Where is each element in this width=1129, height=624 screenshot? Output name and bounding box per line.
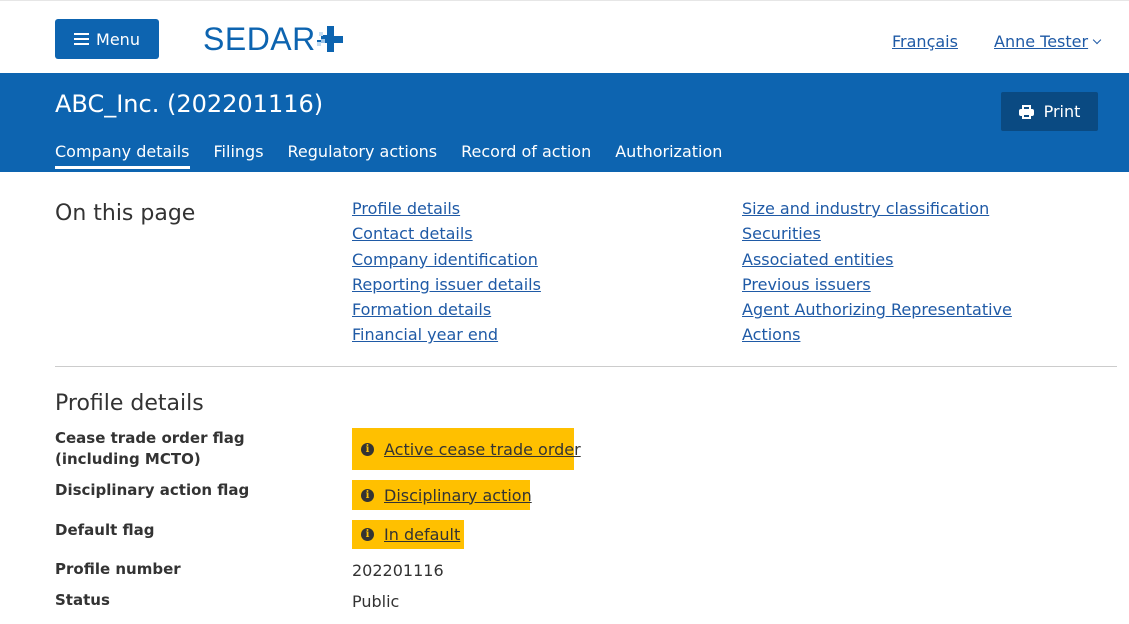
company-tabs: Company details Filings Regulatory actio… (55, 142, 746, 172)
status-label: Status (55, 591, 110, 609)
printer-icon (1018, 104, 1034, 119)
user-name: Anne Tester (994, 32, 1089, 51)
link-actions[interactable]: Actions (742, 325, 1012, 350)
link-contact-details[interactable]: Contact details (352, 224, 541, 249)
default-flag-label: Default flag (55, 521, 155, 539)
link-profile-details[interactable]: Profile details (352, 199, 541, 224)
cto-flag-label: Cease trade order flag (including MCTO) (55, 429, 245, 468)
link-formation-details[interactable]: Formation details (352, 300, 541, 325)
user-menu[interactable]: Anne Tester (994, 32, 1102, 51)
status-value: Public (352, 592, 400, 611)
language-link[interactable]: Français (892, 32, 958, 51)
chevron-down-icon (1092, 35, 1102, 44)
tab-authorization[interactable]: Authorization (615, 142, 722, 172)
in-default-link[interactable]: In default (384, 525, 460, 544)
profile-number-label: Profile number (55, 560, 181, 578)
menu-button-label: Menu (96, 29, 140, 49)
profile-number-value: 202201116 (352, 561, 444, 580)
print-button-label: Print (1043, 102, 1081, 121)
tab-record-of-action[interactable]: Record of action (461, 142, 591, 172)
disciplinary-action-link[interactable]: Disciplinary action (384, 486, 532, 505)
tab-company-details[interactable]: Company details (55, 142, 190, 172)
active-cease-trade-order-link[interactable]: Active cease trade order (384, 440, 581, 459)
on-this-page-heading: On this page (55, 201, 196, 226)
on-this-page-links-column-1: Profile details Contact details Company … (352, 199, 541, 351)
link-securities[interactable]: Securities (742, 224, 1012, 249)
link-reporting-issuer-details[interactable]: Reporting issuer details (352, 275, 541, 300)
default-flag-badge: i In default (352, 520, 464, 549)
link-size-industry-classification[interactable]: Size and industry classification (742, 199, 1012, 224)
profile-details-title: Profile details (55, 391, 204, 416)
logo-text: SEDAR (203, 21, 316, 57)
menu-button[interactable]: Menu (55, 19, 159, 59)
link-agent-authorizing-representative[interactable]: Agent Authorizing Representative (742, 300, 1012, 325)
company-banner: ABC_Inc. (202201116) Print Company detai… (0, 73, 1129, 172)
info-icon: i (361, 488, 374, 502)
cto-flag-badge: i Active cease trade order (352, 428, 581, 470)
tab-filings[interactable]: Filings (214, 142, 264, 172)
company-title: ABC_Inc. (202201116) (55, 90, 324, 118)
disciplinary-flag-label: Disciplinary action flag (55, 481, 250, 499)
on-this-page-links-column-2: Size and industry classification Securit… (742, 199, 1012, 351)
link-associated-entities[interactable]: Associated entities (742, 250, 1012, 275)
link-financial-year-end[interactable]: Financial year end (352, 325, 541, 350)
section-divider (55, 366, 1117, 367)
link-company-identification[interactable]: Company identification (352, 250, 541, 275)
sedar-logo[interactable]: SEDAR (203, 19, 343, 59)
tab-regulatory-actions[interactable]: Regulatory actions (288, 142, 438, 172)
top-header: Menu SEDAR Français Anne Tester (0, 0, 1129, 73)
hamburger-icon (74, 33, 90, 45)
link-previous-issuers[interactable]: Previous issuers (742, 275, 1012, 300)
logo-plus-icon (316, 26, 343, 52)
info-icon: i (361, 442, 374, 456)
info-icon: i (361, 528, 374, 541)
disciplinary-flag-badge: i Disciplinary action (352, 480, 532, 510)
print-button[interactable]: Print (1001, 92, 1098, 131)
